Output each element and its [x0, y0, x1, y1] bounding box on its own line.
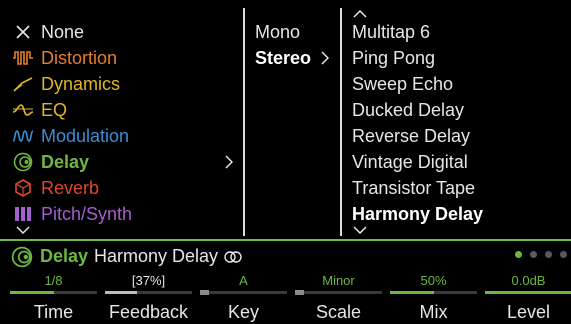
param-key[interactable]: A Key — [200, 272, 287, 324]
chevron-right-icon — [321, 51, 329, 65]
param-bar — [10, 291, 97, 294]
mode-label: Stereo — [255, 47, 312, 68]
page-dot — [545, 251, 552, 258]
category-label: Reverb — [41, 177, 100, 198]
param-bar-fill — [10, 291, 54, 294]
param-knob — [200, 290, 209, 295]
category-label: Delay — [41, 151, 90, 172]
model-label: Vintage Digital — [352, 151, 468, 172]
status-model: Harmony Delay — [94, 246, 219, 266]
model-item[interactable]: Ping Pong — [352, 45, 435, 71]
param-knob — [295, 290, 304, 295]
model-item[interactable]: Ducked Delay — [352, 97, 464, 123]
param-value: 50% — [420, 273, 447, 288]
model-item[interactable]: Multitap 6 — [352, 19, 430, 45]
model-label: Ping Pong — [352, 47, 436, 68]
model-label: Harmony Delay — [352, 203, 484, 224]
dynamics-icon — [12, 73, 34, 95]
page-dot — [560, 251, 567, 258]
delay-icon — [11, 246, 33, 268]
model-item[interactable]: Sweep Echo — [352, 71, 453, 97]
category-item-eq[interactable]: EQ — [12, 97, 67, 123]
param-label: Scale — [315, 302, 362, 322]
scroll-down-icon[interactable] — [353, 226, 367, 234]
param-label: Key — [227, 302, 260, 322]
param-level[interactable]: 0.0dB Level — [485, 272, 571, 324]
category-item-distortion[interactable]: Distortion — [12, 45, 117, 71]
model-label: Multitap 6 — [352, 21, 431, 42]
param-mix[interactable]: 50% Mix — [390, 272, 477, 324]
scroll-down-icon[interactable] — [16, 226, 30, 234]
param-label: Mix — [419, 302, 448, 322]
model-label: Transistor Tape — [352, 177, 476, 198]
reverb-icon — [12, 177, 34, 199]
model-item[interactable]: Reverse Delay — [352, 123, 470, 149]
close-icon — [12, 21, 34, 43]
category-item-reverb[interactable]: Reverb — [12, 175, 99, 201]
model-label: Ducked Delay — [352, 99, 465, 120]
category-label: None — [41, 21, 85, 42]
mode-item-stereo[interactable]: Stereo — [255, 45, 311, 71]
category-label: Dynamics — [41, 73, 121, 94]
param-label: Time — [33, 302, 74, 322]
category-item-modulation[interactable]: Modulation — [12, 123, 129, 149]
model-item[interactable]: Vintage Digital — [352, 149, 468, 175]
category-item-pitch-synth[interactable]: Pitch/Synth — [12, 201, 132, 227]
param-value: 0.0dB — [511, 273, 546, 288]
param-bar — [105, 291, 192, 294]
param-value: 1/8 — [44, 273, 63, 288]
param-feedback[interactable]: [37%] Feedback — [105, 272, 192, 324]
category-item-dynamics[interactable]: Dynamics — [12, 71, 120, 97]
param-value: A — [239, 273, 248, 288]
status-divider — [0, 239, 571, 241]
param-bar-fill — [105, 291, 138, 294]
param-label: Feedback — [108, 302, 189, 322]
param-time[interactable]: 1/8 Time — [10, 272, 97, 324]
model-item[interactable]: Transistor Tape — [352, 175, 475, 201]
distortion-waveform-icon — [12, 47, 34, 69]
model-label: Sweep Echo — [352, 73, 454, 94]
param-bar — [200, 290, 287, 295]
model-list: Multitap 6 Ping Pong Sweep Echo Ducked D… — [342, 0, 571, 238]
category-label: Modulation — [41, 125, 130, 146]
param-bar-fill — [485, 291, 571, 294]
param-value: [37%] — [131, 273, 166, 288]
status-bar: Delay Harmony Delay — [0, 242, 571, 270]
model-item-selected[interactable]: Harmony Delay — [352, 201, 483, 227]
param-bar — [295, 290, 382, 295]
scroll-up-icon[interactable] — [353, 10, 367, 18]
category-item-none[interactable]: None — [12, 19, 84, 45]
param-label: Level — [506, 302, 551, 322]
delay-icon — [12, 151, 34, 173]
pitch-synth-icon — [12, 203, 34, 225]
modulation-icon — [12, 125, 34, 147]
status-category: Delay — [40, 246, 89, 266]
category-item-delay[interactable]: Delay — [12, 149, 89, 175]
param-value: Minor — [322, 273, 355, 288]
mode-label: Mono — [255, 21, 301, 42]
mode-item-mono[interactable]: Mono — [255, 19, 300, 45]
mode-list: Mono Stereo — [244, 0, 341, 238]
page-dot — [530, 251, 537, 258]
category-label: Pitch/Synth — [41, 203, 133, 224]
param-bar — [390, 291, 477, 294]
stereo-link-icon — [224, 251, 242, 263]
category-label: EQ — [41, 99, 68, 120]
eq-icon — [12, 99, 34, 121]
model-label: Reverse Delay — [352, 125, 471, 146]
param-bar — [485, 291, 571, 294]
page-dot-active — [515, 251, 522, 258]
param-scale[interactable]: Minor Scale — [295, 272, 382, 324]
category-label: Distortion — [41, 47, 118, 68]
category-list: None Distortion Dynamics EQ Modulation D… — [0, 0, 243, 238]
param-bar-fill — [390, 291, 434, 294]
chevron-right-icon — [225, 155, 233, 169]
